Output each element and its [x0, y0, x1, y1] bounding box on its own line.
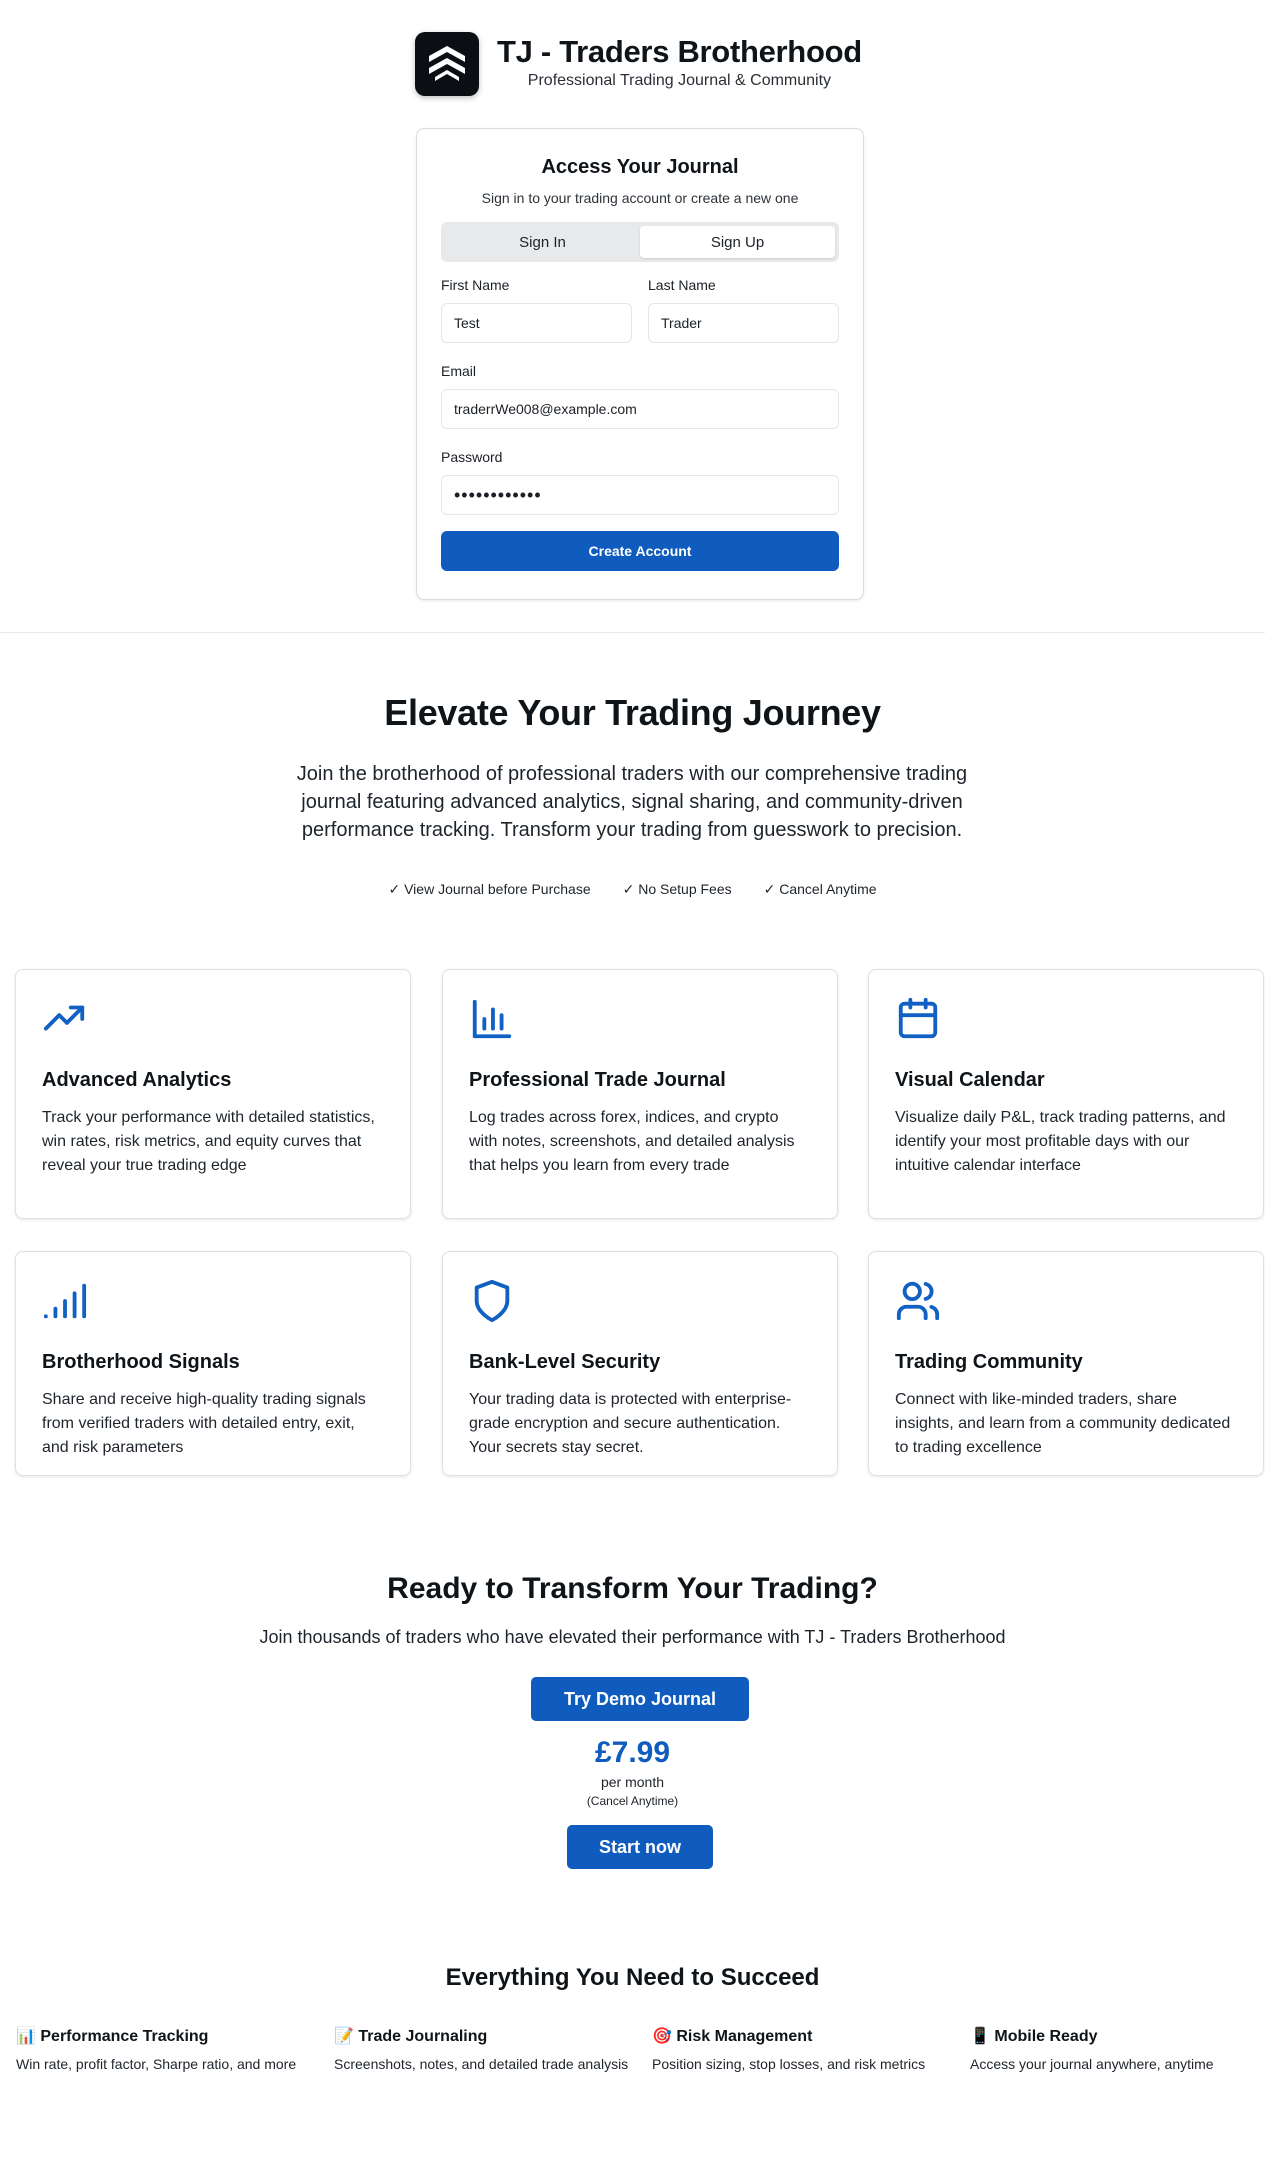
hero-title: Elevate Your Trading Journey [384, 692, 881, 733]
landing-page: TJ - Traders Brotherhood Professional Tr… [0, 0, 1265, 2160]
everything-item-journaling: 📝 Trade Journaling Screenshots, notes, a… [334, 2026, 634, 2074]
section-divider [0, 632, 1265, 633]
feature-title: Visual Calendar [895, 1069, 1045, 1091]
auth-card: Access Your Journal Sign in to your trad… [416, 128, 864, 600]
everything-item-risk: 🎯 Risk Management Position sizing, stop … [652, 2026, 952, 2074]
last-name-label: Last Name [648, 277, 716, 293]
brand-title: TJ - Traders Brotherhood [497, 34, 862, 69]
brand-subtitle: Professional Trading Journal & Community [527, 72, 832, 89]
try-demo-button[interactable]: Try Demo Journal [531, 1677, 749, 1721]
feature-description: Connect with like-minded traders, share … [895, 1391, 1231, 1456]
hero-description: Join the brotherhood of professional tra… [296, 763, 968, 841]
feature-title: Bank-Level Security [469, 1351, 661, 1373]
check-item: ✓ View Journal before Purchase [388, 881, 591, 897]
cancel-note: (Cancel Anytime) [586, 1794, 679, 1808]
feature-description: Share and receive high-quality trading s… [42, 1391, 366, 1456]
price: £7.99 [594, 1736, 671, 1769]
feature-card-community: Trading Community Connect with like-mind… [868, 1251, 1264, 1476]
feature-description: Your trading data is protected with ente… [469, 1391, 792, 1456]
auth-subtitle: Sign in to your trading account or creat… [481, 190, 799, 206]
password-input[interactable]: •••••••••••• [441, 475, 839, 515]
item-description: Screenshots, notes, and detailed trade a… [334, 2056, 629, 2072]
check-item: ✓ Cancel Anytime [763, 881, 877, 897]
feature-card-signals: Brotherhood Signals Share and receive hi… [15, 1251, 411, 1476]
auth-tabs: Sign In Sign Up [441, 222, 839, 262]
item-title: 🎯 Risk Management [652, 2028, 813, 2045]
feature-title: Trading Community [895, 1351, 1083, 1373]
feature-description: Visualize daily P&L, track trading patte… [895, 1109, 1226, 1174]
first-name-input[interactable]: Test [441, 303, 632, 343]
feature-description: Log trades across forex, indices, and cr… [469, 1109, 795, 1174]
shield-icon [474, 1279, 510, 1323]
email-input[interactable]: traderrWe008@example.com [441, 389, 839, 429]
feature-card-calendar: Visual Calendar Visualize daily P&L, tra… [868, 969, 1264, 1219]
check-item: ✓ No Setup Fees [622, 881, 732, 897]
calendar-icon [898, 997, 938, 1039]
tab-sign-up[interactable]: Sign Up [640, 226, 835, 258]
feature-title: Brotherhood Signals [42, 1351, 240, 1373]
item-description: Position sizing, stop losses, and risk m… [652, 2056, 926, 2072]
feature-description: Track your performance with detailed sta… [42, 1109, 375, 1174]
feature-title: Advanced Analytics [42, 1069, 232, 1091]
users-icon [896, 1281, 940, 1321]
brand-header: TJ - Traders Brotherhood Professional Tr… [415, 32, 862, 96]
email-label: Email [441, 363, 477, 379]
item-title: 📊 Performance Tracking [16, 2028, 209, 2045]
auth-title: Access Your Journal [541, 156, 739, 178]
feature-card-journal: Professional Trade Journal Log trades ac… [442, 969, 838, 1219]
everything-item-mobile: 📱 Mobile Ready Access your journal anywh… [970, 2026, 1265, 2074]
last-name-input[interactable]: Trader [648, 303, 839, 343]
feature-card-analytics: Advanced Analytics Track your performanc… [15, 969, 411, 1219]
item-title: 📱 Mobile Ready [970, 2028, 1098, 2045]
item-description: Access your journal anywhere, anytime [970, 2056, 1214, 2072]
start-now-button[interactable]: Start now [567, 1825, 713, 1869]
password-label: Password [441, 449, 503, 465]
first-name-label: First Name [441, 277, 510, 293]
feature-card-security: Bank-Level Security Your trading data is… [442, 1251, 838, 1476]
signal-icon [43, 1283, 87, 1319]
everything-title: Everything You Need to Succeed [445, 1964, 820, 1991]
item-title: 📝 Trade Journaling [334, 2028, 488, 2045]
cta-title: Ready to Transform Your Trading? [387, 1572, 878, 1605]
bar-chart-icon [472, 999, 512, 1039]
trending-up-icon [43, 1005, 85, 1031]
create-account-button[interactable]: Create Account [441, 531, 839, 571]
item-description: Win rate, profit factor, Sharpe ratio, a… [16, 2056, 297, 2072]
feature-title: Professional Trade Journal [469, 1069, 726, 1091]
tab-sign-in[interactable]: Sign In [445, 226, 640, 258]
price-period: per month [600, 1774, 665, 1790]
everything-item-performance: 📊 Performance Tracking Win rate, profit … [16, 2026, 316, 2074]
cta-subtitle: Join thousands of traders who have eleva… [259, 1627, 1006, 1647]
hero-checks: ✓ View Journal before Purchase ✓ No Setu… [0, 881, 1265, 898]
logo [415, 32, 479, 96]
chevrons-up-icon [429, 46, 465, 81]
